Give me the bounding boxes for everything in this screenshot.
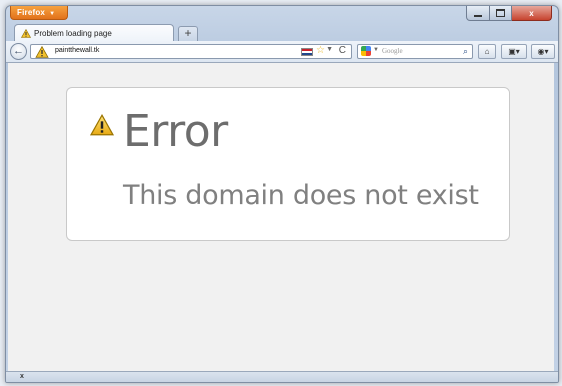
page-content: Error This domain does not exist <box>8 63 554 371</box>
close-window-button[interactable]: x <box>512 6 552 21</box>
maximize-button[interactable] <box>490 6 512 21</box>
error-message: This domain does not exist <box>123 180 479 211</box>
history-dropdown-icon[interactable]: ▼ <box>326 46 333 53</box>
new-tab-button[interactable]: + <box>178 26 198 41</box>
warning-icon <box>89 114 115 136</box>
search-bar[interactable]: ▼ Google ⌕ <box>357 44 473 59</box>
back-arrow-icon: ← <box>13 45 24 57</box>
google-icon[interactable] <box>361 46 371 56</box>
bookmark-star-icon[interactable]: ☆ <box>316 45 325 57</box>
url-text[interactable]: paintthewall.tk <box>55 47 99 54</box>
home-icon: ⌂ <box>484 47 490 56</box>
navigation-toolbar: ← paintthewall.tk ☆ ▼ C ▼ Google ⌕ ⌂ ▣▾ … <box>6 41 558 63</box>
firefox-menu-label: Firefox <box>17 8 46 17</box>
bookmarks-icon: ▣▾ <box>508 47 520 56</box>
tab-label: Problem loading page <box>34 29 112 38</box>
back-button[interactable]: ← <box>10 43 27 60</box>
warning-icon <box>35 46 49 58</box>
addon-button[interactable]: ◉▾ <box>531 44 555 59</box>
plus-icon: + <box>184 26 192 40</box>
status-bar: x <box>6 371 558 382</box>
bookmarks-button[interactable]: ▣▾ <box>501 44 527 59</box>
search-input[interactable]: Google <box>382 47 403 55</box>
window-controls: x <box>466 6 552 21</box>
close-addon-bar-icon[interactable]: x <box>20 372 24 382</box>
url-bar[interactable]: paintthewall.tk ☆ ▼ C <box>30 44 352 59</box>
warning-icon <box>21 29 31 38</box>
error-title: Error <box>123 106 228 157</box>
browser-window: Firefox ▼ x Problem loading page + ← pain… <box>5 5 559 383</box>
flag-icon <box>301 48 313 56</box>
engine-dropdown-icon[interactable]: ▼ <box>373 47 379 53</box>
maximize-icon <box>496 9 505 17</box>
firefox-menu-button[interactable]: Firefox ▼ <box>10 6 68 20</box>
tab-problem-loading[interactable]: Problem loading page <box>14 24 174 42</box>
close-icon: x <box>529 8 534 18</box>
minimize-button[interactable] <box>466 6 490 21</box>
home-button[interactable]: ⌂ <box>478 44 496 59</box>
tab-bar: Problem loading page + <box>6 24 558 42</box>
reload-icon[interactable]: C <box>339 45 346 57</box>
error-panel: Error This domain does not exist <box>66 87 510 241</box>
chevron-down-icon: ▼ <box>49 11 56 17</box>
minimize-icon <box>474 14 482 17</box>
search-icon[interactable]: ⌕ <box>463 45 468 58</box>
addon-icon: ◉▾ <box>537 47 549 56</box>
